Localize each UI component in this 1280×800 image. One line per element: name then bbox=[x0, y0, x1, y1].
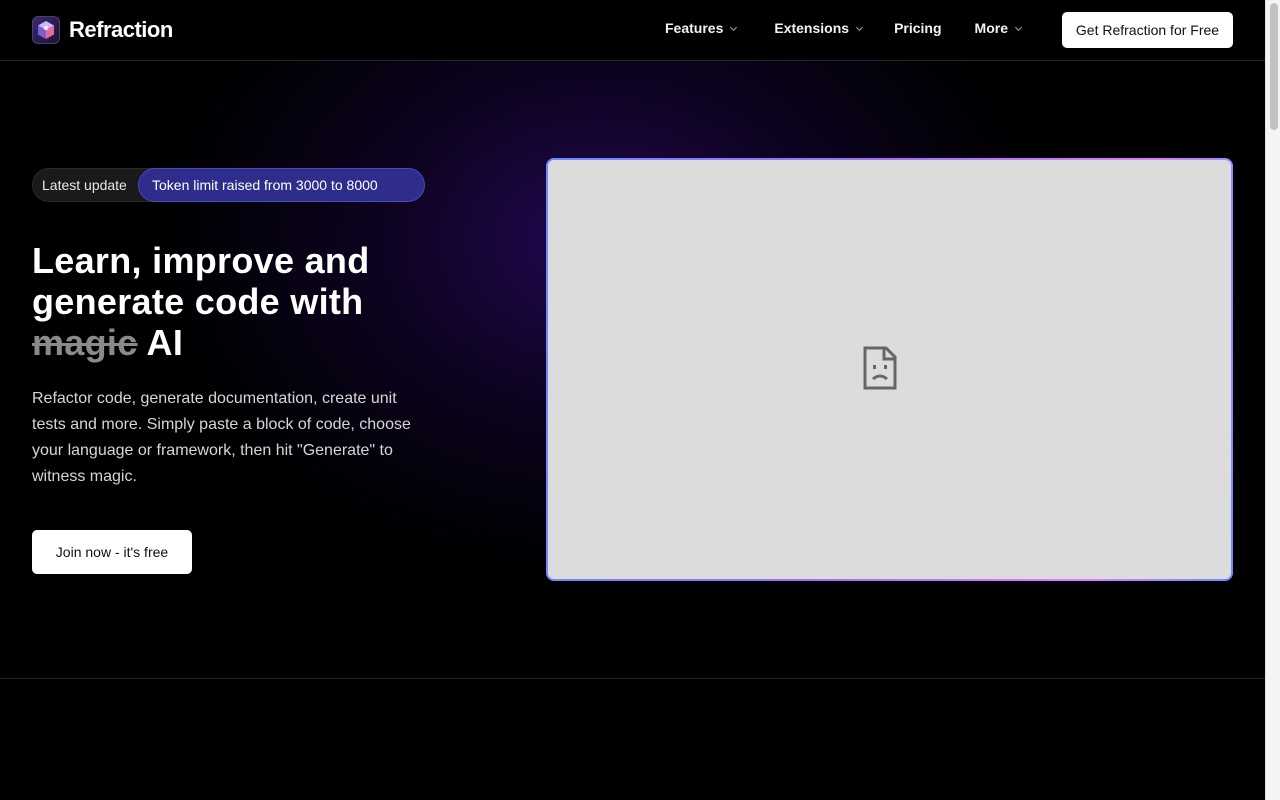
hero-headline: Learn, improve and generate code with ma… bbox=[32, 240, 472, 363]
nav-more[interactable]: More bbox=[975, 20, 1023, 36]
nav-pricing[interactable]: Pricing bbox=[894, 20, 941, 36]
badge-update-pill: Token limit raised from 3000 to 8000 bbox=[138, 168, 425, 202]
nav-extensions[interactable]: Extensions bbox=[774, 20, 864, 36]
nav-features-label: Features bbox=[665, 20, 724, 36]
hero-description: Refactor code, generate documentation, c… bbox=[32, 390, 411, 485]
section-divider bbox=[0, 678, 1265, 679]
brand-logo-link[interactable]: Refraction bbox=[32, 16, 173, 44]
chevron-down-icon bbox=[730, 26, 738, 31]
broken-image-icon bbox=[863, 346, 896, 389]
brand-name: Refraction bbox=[69, 17, 173, 42]
join-now-button[interactable]: Join now - it's free bbox=[32, 530, 192, 574]
refraction-cube-icon bbox=[32, 16, 60, 44]
headline-end-word: AI bbox=[146, 322, 184, 363]
badge-label: Latest update bbox=[42, 177, 127, 193]
main-nav: Features Extensions Pricing More bbox=[665, 20, 1023, 36]
nav-features[interactable]: Features bbox=[665, 20, 738, 36]
headline-line-2: generate code with bbox=[32, 281, 364, 322]
nav-pricing-label: Pricing bbox=[894, 20, 942, 36]
site-header: Refraction Features Extensions Pricing M… bbox=[0, 0, 1265, 61]
get-refraction-button[interactable]: Get Refraction for Free bbox=[1062, 12, 1233, 48]
chevron-down-icon bbox=[856, 26, 864, 31]
headline-line-1: Learn, improve and bbox=[32, 240, 370, 281]
page-scrollbar[interactable] bbox=[1265, 0, 1280, 800]
nav-extensions-label: Extensions bbox=[774, 20, 850, 36]
landing-page: Refraction Features Extensions Pricing M… bbox=[0, 0, 1280, 800]
chevron-down-icon bbox=[1014, 26, 1023, 31]
media-placeholder bbox=[548, 160, 1231, 579]
nav-more-label: More bbox=[974, 20, 1008, 36]
headline-struck-word: magic bbox=[32, 322, 138, 363]
scrollbar-thumb[interactable] bbox=[1270, 3, 1278, 130]
hero-media-frame bbox=[546, 158, 1233, 581]
latest-update-badge[interactable]: Latest update Token limit raised from 30… bbox=[32, 168, 425, 202]
